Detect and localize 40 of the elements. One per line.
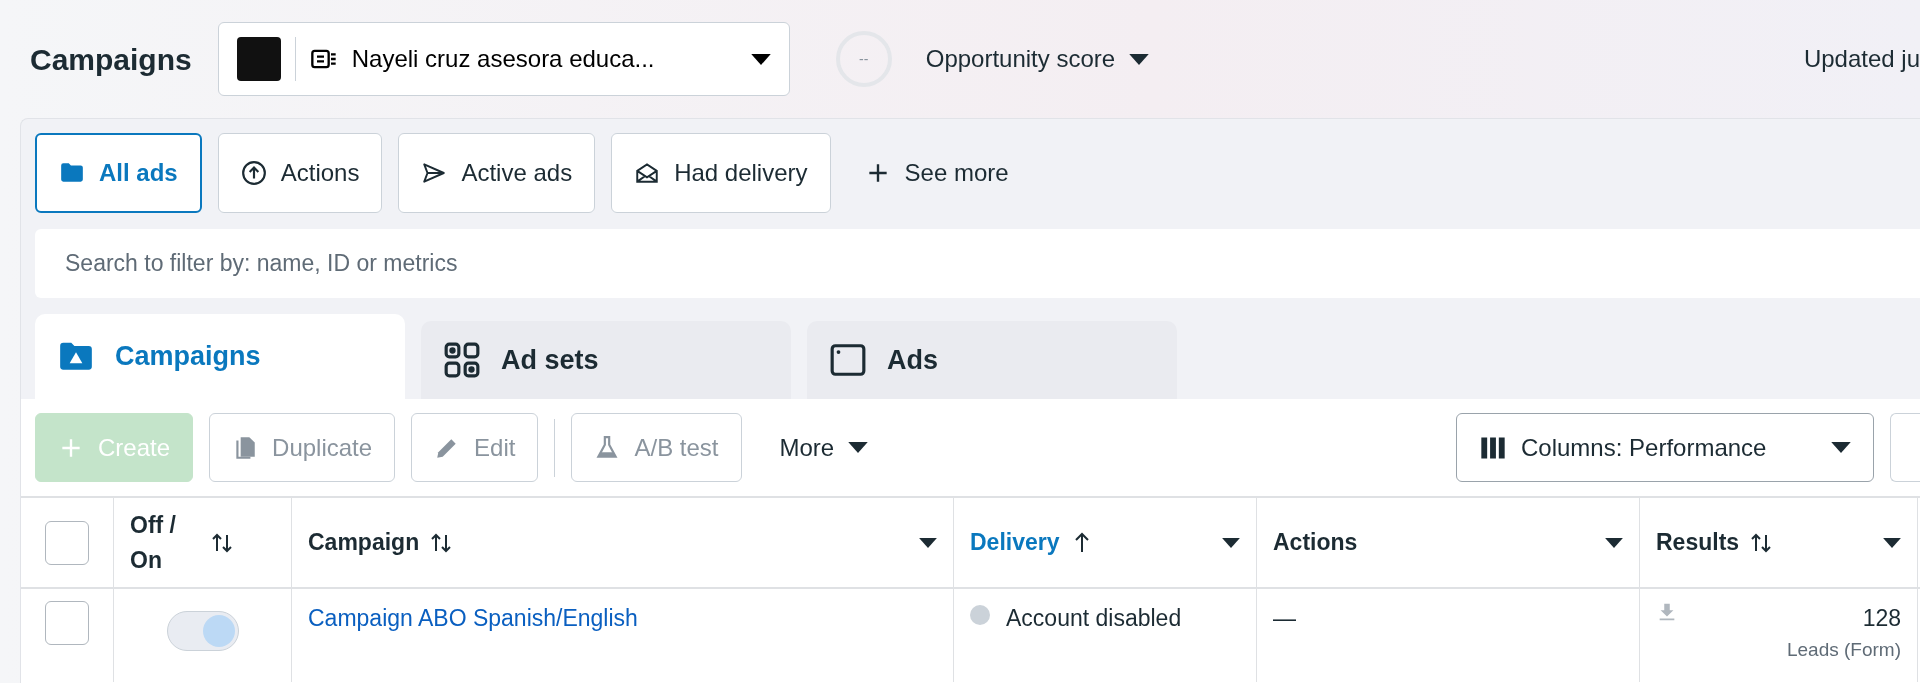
results-value: 128 (1861, 604, 1901, 633)
select-all-checkbox[interactable] (45, 520, 89, 565)
opportunity-score-dropdown[interactable]: Opportunity score (907, 41, 1168, 77)
page-title: Campaigns (30, 41, 192, 78)
delivery-status: Account disabled (1006, 604, 1182, 633)
send-icon (421, 160, 448, 186)
arrow-circle-icon (240, 160, 267, 186)
table-cell: — (1273, 605, 1296, 631)
column-header[interactable]: Actions (1256, 496, 1639, 589)
filter-button[interactable]: All ads (35, 133, 202, 213)
column-header[interactable]: Delivery (953, 496, 1256, 589)
column-header[interactable]: Campaign (291, 496, 953, 589)
button-edge[interactable] (1890, 413, 1920, 482)
caret-icon (1222, 537, 1240, 548)
tab[interactable]: Ads (807, 321, 1177, 399)
tab[interactable]: Ad sets (421, 321, 791, 399)
updated-text: Updated ju (1803, 44, 1920, 74)
logo-icon (236, 37, 281, 81)
window-icon (829, 341, 867, 379)
caret-icon (1605, 537, 1623, 548)
caret-icon (1129, 53, 1150, 65)
column-header[interactable]: Results (1639, 496, 1917, 589)
filter-button[interactable]: Active ads (398, 133, 596, 213)
filter-button[interactable]: Actions (217, 133, 383, 213)
result-type: Leads (Form) (1786, 637, 1901, 662)
search-field[interactable]: Search to filter by: name, ID or metrics (35, 229, 1920, 298)
caret-icon (919, 537, 937, 548)
caret-icon (750, 53, 771, 65)
score-ring: -- (835, 31, 892, 87)
grid-icon (443, 341, 481, 379)
envelope-icon (634, 160, 661, 186)
column-header[interactable]: Off / On (113, 496, 291, 589)
see-more-button[interactable]: See more (846, 155, 1027, 191)
columns-dropdown[interactable]: Columns: Performance (1456, 413, 1874, 482)
filter-button[interactable]: Had delivery (611, 133, 831, 213)
account-selector[interactable]: Nayeli cruz asesora educa... (217, 22, 790, 96)
caret-icon (1831, 442, 1851, 453)
caret-icon (848, 442, 869, 453)
caret-icon (1883, 537, 1901, 548)
tab[interactable]: Campaigns (35, 314, 405, 399)
